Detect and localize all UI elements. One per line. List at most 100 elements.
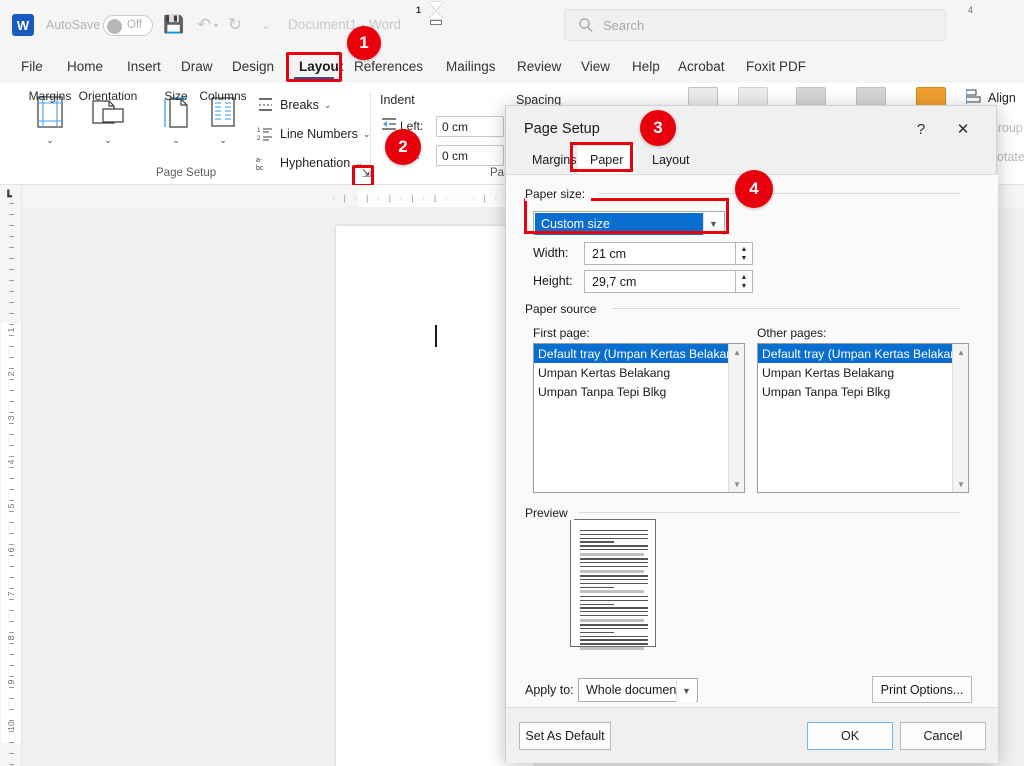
- customize-qat-icon[interactable]: ⌄: [255, 14, 277, 36]
- paper-preview-line: [580, 596, 648, 597]
- tab-stop-selector-icon[interactable]: ┗: [5, 190, 12, 203]
- list-item[interactable]: Umpan Tanpa Tepi Blkg: [534, 382, 744, 401]
- list-item[interactable]: Default tray (Umpan Kertas Belakang): [758, 344, 968, 363]
- size-chevron-down-icon[interactable]: ⌄: [172, 135, 180, 146]
- vertical-ruler-number: 7: [6, 586, 16, 602]
- tab-draw[interactable]: Draw: [172, 50, 222, 83]
- horizontal-ruler-mark-4: 4: [968, 5, 973, 15]
- tab-home[interactable]: Home: [58, 50, 112, 83]
- svg-text:1: 1: [257, 128, 261, 134]
- cancel-button[interactable]: Cancel: [900, 722, 986, 750]
- text-cursor: [435, 325, 437, 347]
- paper-preview-line: [580, 541, 614, 542]
- tab-acrobat[interactable]: Acrobat: [669, 50, 734, 83]
- orientation-chevron-down-icon[interactable]: ⌄: [104, 135, 112, 146]
- line-numbers-button[interactable]: 1 2 Line Numbers ⌄: [253, 121, 370, 147]
- search-input[interactable]: Search: [564, 9, 946, 41]
- document-title: Document1 - Word: [288, 17, 401, 32]
- margins-button[interactable]: Margins ⌄: [18, 90, 82, 146]
- orientation-label: Orientation: [79, 90, 138, 103]
- vertical-ruler-number: 3: [6, 410, 16, 426]
- paper-preview-line: [580, 607, 648, 608]
- hyphenation-button[interactable]: a- bc Hyphenation ⌄: [253, 150, 363, 176]
- breaks-button[interactable]: Breaks ⌄: [253, 92, 331, 118]
- paper-preview-line: [580, 538, 648, 539]
- tab-foxit-pdf[interactable]: Foxit PDF: [737, 50, 815, 83]
- paper-preview-line: [580, 624, 648, 625]
- columns-chevron-down-icon[interactable]: ⌄: [219, 135, 227, 146]
- tab-file[interactable]: File: [12, 50, 52, 83]
- dialog-tab-layout[interactable]: Layout: [640, 146, 702, 174]
- paper-preview-line: [580, 636, 648, 637]
- vertical-ruler-number: 4: [6, 454, 16, 470]
- align-label[interactable]: Align: [988, 91, 1016, 105]
- annotation-box-layout-tab: [286, 52, 342, 82]
- tab-help[interactable]: Help: [623, 50, 669, 83]
- scroll-up-icon[interactable]: ▲: [953, 344, 969, 360]
- line-numbers-icon: 1 2: [253, 126, 277, 142]
- orientation-button[interactable]: Orientation ⌄: [76, 90, 140, 146]
- tab-insert[interactable]: Insert: [118, 50, 170, 83]
- vertical-ruler-number: 11: [6, 762, 16, 766]
- list-item[interactable]: Default tray (Umpan Kertas Belakang): [534, 344, 744, 363]
- tab-mailings[interactable]: Mailings: [437, 50, 505, 83]
- annotation-badge-2: 2: [385, 129, 421, 165]
- hanging-indent-marker[interactable]: [429, 11, 443, 19]
- help-icon[interactable]: ?: [908, 117, 934, 141]
- tab-view[interactable]: View: [572, 50, 619, 83]
- paper-preview-line: [580, 611, 648, 612]
- apply-to-chevron-down-icon[interactable]: ▼: [676, 680, 696, 702]
- paper-preview-line: [580, 566, 648, 567]
- list-item[interactable]: Umpan Kertas Belakang: [758, 363, 968, 382]
- preview-section-rule: [578, 512, 960, 513]
- first-page-scrollbar[interactable]: ▲ ▼: [728, 344, 744, 492]
- other-pages-scrollbar[interactable]: ▲ ▼: [952, 344, 968, 492]
- scroll-up-icon[interactable]: ▲: [729, 344, 745, 360]
- first-line-indent-marker[interactable]: [429, 2, 443, 10]
- undo-chevron-down-icon[interactable]: ▾: [211, 20, 221, 30]
- apply-to-value: Whole document: [586, 683, 680, 697]
- paper-preview-line: [580, 549, 648, 550]
- close-icon[interactable]: ✕: [950, 117, 976, 141]
- height-stepper[interactable]: ▲▼: [736, 270, 753, 293]
- redo-icon[interactable]: ↻: [224, 14, 246, 36]
- tab-design[interactable]: Design: [223, 50, 283, 83]
- scroll-down-icon[interactable]: ▼: [953, 476, 969, 492]
- apply-to-label: Apply to:: [525, 683, 574, 697]
- width-stepper[interactable]: ▲▼: [736, 242, 753, 265]
- page-setup-group-label: Page Setup: [156, 167, 216, 179]
- left-indent-marker[interactable]: [430, 20, 442, 25]
- save-icon[interactable]: 💾: [163, 14, 185, 36]
- margins-chevron-down-icon[interactable]: ⌄: [46, 135, 54, 146]
- width-input[interactable]: 21 cm: [584, 242, 736, 265]
- ok-button[interactable]: OK: [807, 722, 893, 750]
- autosave-toggle[interactable]: Off: [103, 15, 153, 36]
- height-input[interactable]: 29,7 cm: [584, 270, 736, 293]
- horizontal-ruler-mark-1: 1: [416, 5, 421, 15]
- breaks-label: Breaks: [280, 98, 319, 112]
- paper-preview-line: [580, 647, 644, 650]
- apply-to-select[interactable]: Whole document ▼: [578, 678, 698, 702]
- first-page-listbox[interactable]: Default tray (Umpan Kertas Belakang) Ump…: [533, 343, 745, 493]
- print-options-button[interactable]: Print Options...: [872, 676, 972, 703]
- paper-preview: [570, 519, 656, 647]
- columns-button[interactable]: Columns ⌄: [191, 90, 255, 146]
- search-icon: [578, 17, 594, 33]
- set-as-default-button[interactable]: Set As Default: [519, 722, 611, 750]
- breaks-chevron-down-icon[interactable]: ⌄: [324, 100, 332, 111]
- height-label: Height:: [533, 274, 573, 288]
- tab-review[interactable]: Review: [508, 50, 570, 83]
- paper-preview-line: [580, 628, 648, 629]
- scroll-down-icon[interactable]: ▼: [729, 476, 745, 492]
- paper-preview-line: [580, 615, 648, 616]
- hyphenation-label: Hyphenation: [280, 156, 350, 170]
- other-pages-listbox[interactable]: Default tray (Umpan Kertas Belakang) Ump…: [757, 343, 969, 493]
- list-item[interactable]: Umpan Tanpa Tepi Blkg: [758, 382, 968, 401]
- breaks-icon: [253, 97, 277, 113]
- paper-preview-line: [580, 575, 648, 576]
- word-application-window: W AutoSave Off 💾 ↶ ▾ ↻ ⌄ Document1 - Wor…: [0, 0, 1024, 766]
- list-item[interactable]: Umpan Kertas Belakang: [534, 363, 744, 382]
- width-label: Width:: [533, 246, 568, 260]
- dialog-title: Page Setup: [524, 121, 600, 137]
- annotation-box-paper-size: [524, 198, 729, 234]
